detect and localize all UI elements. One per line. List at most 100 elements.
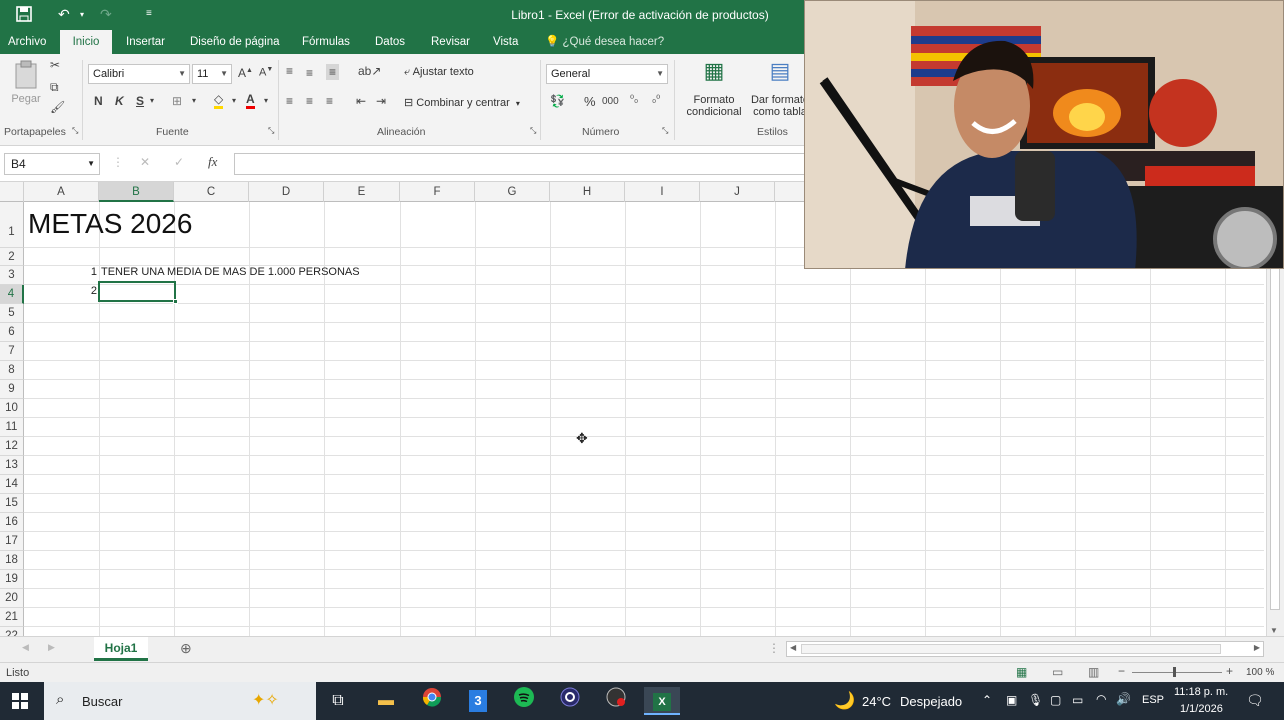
decrease-decimal-icon[interactable]: ₀⁰ [652,94,660,105]
sheet-prev-icon[interactable]: ◀ [22,642,29,653]
row-header-4[interactable]: 4 [0,285,24,304]
zoom-slider-thumb[interactable] [1173,667,1176,677]
meet-now-icon[interactable]: ▢ [1050,693,1061,707]
cell-a3[interactable]: 1 [24,266,97,278]
font-launcher-icon[interactable]: ⤡ [268,126,274,136]
alignment-launcher-icon[interactable]: ⤡ [530,126,536,136]
col-header-e[interactable]: E [324,182,400,202]
cancel-icon[interactable]: ✕ [140,155,150,169]
add-sheet-icon[interactable]: ⊕ [180,640,192,657]
wrap-text-button[interactable]: ⤶ Ajustar texto [404,66,474,79]
accounting-format-icon[interactable]: 💱 [550,94,565,108]
excel-icon[interactable]: X [644,687,680,715]
fill-color-icon[interactable]: ◇ [214,92,224,109]
insert-function-button[interactable]: fx [208,154,217,170]
chevron-down-icon[interactable]: ▾ [150,96,154,105]
orientation-icon[interactable]: ab↗ [358,64,381,78]
taskbar-search[interactable]: ⌕ Buscar ✦✧ [44,682,316,720]
active-cell-b4[interactable] [98,281,178,304]
save-icon[interactable] [16,6,32,25]
tab-insertar[interactable]: Insertar [120,30,171,54]
row-header-2[interactable]: 2 [0,248,24,266]
undo-dropdown-icon[interactable]: ▾ [80,10,84,19]
col-header-j[interactable]: J [700,182,775,202]
zoom-level[interactable]: 100 % [1246,667,1274,678]
enter-icon[interactable]: ✓ [174,155,184,169]
italic-button[interactable]: K [115,94,124,108]
underline-button[interactable]: S [136,94,144,108]
spotify-icon[interactable] [506,687,542,715]
font-color-icon[interactable]: A [246,92,255,109]
microphone-icon[interactable]: 🎙 [1028,693,1043,707]
align-bottom-icon[interactable]: ≡ [326,64,340,80]
row-header-1[interactable]: 1 [0,202,24,248]
row-header-17[interactable]: 17 [0,532,24,551]
copy-icon[interactable]: ⧉ [50,80,59,95]
row-header-8[interactable]: 8 [0,361,24,380]
col-header-c[interactable]: C [174,182,249,202]
percent-button[interactable]: % [584,94,596,109]
tab-split-icon[interactable]: ⋮ [768,641,780,655]
tab-inicio[interactable]: Inicio [60,30,112,54]
windows-start-icon[interactable] [12,693,28,712]
vertical-scroll-thumb[interactable] [1270,210,1280,610]
col-header-d[interactable]: D [249,182,324,202]
zoom-slider[interactable] [1132,672,1222,673]
tell-me-search[interactable]: 💡 ¿Qué desea hacer? [545,30,664,54]
name-box[interactable]: B4 ▼ [4,153,100,175]
battery-icon[interactable]: ▭ [1072,693,1083,707]
horizontal-scroll-thumb[interactable] [801,644,1221,654]
row-header-20[interactable]: 20 [0,589,24,608]
undo-icon[interactable]: ↶ [58,6,70,23]
align-middle-icon[interactable]: ≡ [306,66,313,80]
row-header-18[interactable]: 18 [0,551,24,570]
scroll-left-icon[interactable]: ◀ [790,643,796,652]
cut-icon[interactable]: ✂ [50,58,60,72]
number-format-select[interactable]: General ▼ [546,64,668,84]
row-header-13[interactable]: 13 [0,456,24,475]
tab-archivo[interactable]: Archivo [2,30,52,54]
zoom-in-icon[interactable]: + [1226,664,1233,678]
page-layout-icon[interactable]: ▭ [1052,665,1063,679]
tray-app-icon[interactable]: ▣ [1006,693,1017,707]
clipboard-launcher-icon[interactable]: ⤡ [72,126,78,136]
font-name-select[interactable]: Calibri ▼ [88,64,190,84]
row-header-11[interactable]: 11 [0,418,24,437]
decrease-font-icon[interactable]: A▼ [259,66,273,79]
row-header-14[interactable]: 14 [0,475,24,494]
col-header-f[interactable]: F [400,182,475,202]
row-header-10[interactable]: 10 [0,399,24,418]
paste-button[interactable]: Pegar [8,60,44,116]
row-header-7[interactable]: 7 [0,342,24,361]
row-header-16[interactable]: 16 [0,513,24,532]
copilot-sparkle-icon[interactable]: ✦✧ [252,690,279,710]
font-size-select[interactable]: 11 ▼ [192,64,232,84]
obs-recording-icon[interactable] [598,687,634,715]
chevron-down-icon[interactable]: ▾ [192,96,196,105]
wifi-icon[interactable]: ◠ [1096,692,1106,706]
row-header-15[interactable]: 15 [0,494,24,513]
row-header-5[interactable]: 5 [0,304,24,323]
row-header-19[interactable]: 19 [0,570,24,589]
align-right-icon[interactable]: ≡ [326,94,333,108]
borders-icon[interactable]: ⊞ [172,94,182,108]
tab-formulas[interactable]: Fórmulas [296,30,356,54]
scroll-down-icon[interactable]: ▼ [1270,626,1278,635]
row-header-3[interactable]: 3 [0,266,24,285]
tab-datos[interactable]: Datos [369,30,411,54]
col-header-h[interactable]: H [550,182,625,202]
format-as-table-button[interactable]: ▤ Dar formato como tabla [750,58,810,118]
format-painter-icon[interactable]: 🖌 [50,100,65,114]
tab-vista[interactable]: Vista [487,30,524,54]
clock-date[interactable]: 1/1/2026 [1180,703,1223,715]
obs-icon[interactable] [552,687,588,715]
row-header-12[interactable]: 12 [0,437,24,456]
bold-button[interactable]: N [94,94,103,108]
cell-b3[interactable]: TENER UNA MEDIA DE MAS DE 1.000 PERSONAS [101,266,360,278]
app-3-icon[interactable]: 3 [460,687,496,715]
col-header-g[interactable]: G [475,182,550,202]
cell-a1[interactable]: METAS 2026 [28,208,192,240]
thousands-button[interactable]: 000 [602,96,619,107]
redo-icon[interactable]: ↷ [100,6,112,23]
chevron-down-icon[interactable]: ▾ [232,96,236,105]
